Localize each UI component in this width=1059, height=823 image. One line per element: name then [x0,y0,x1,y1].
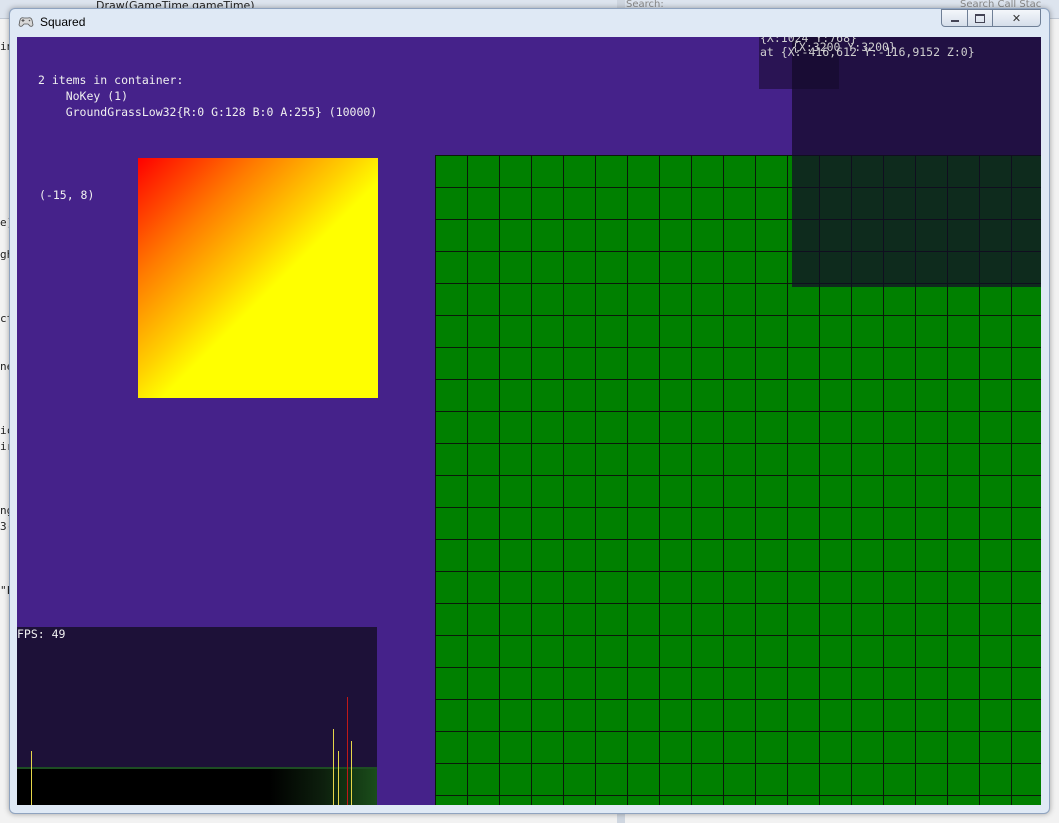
fps-counter: FPS: 49 [17,627,66,641]
minimize-button[interactable] [941,9,968,27]
gradient-square [138,158,378,398]
fps-graph-panel: FPS: 49 [17,627,377,805]
debug-text-position: at {X:-416,612 Y:-116,9152 Z:0} [760,45,975,59]
container-info-item-2: GroundGrassLow32{R:0 G:128 B:0 A:255} (1… [38,105,378,119]
fps-spike [333,729,334,805]
window-title: Squared [40,15,86,29]
container-info-item-1: NoKey (1) [38,89,129,103]
close-button[interactable]: ✕ [992,9,1041,27]
game-viewport[interactable]: {X:1024 Y:768} {X:3200 Y:3200} at {X:-41… [17,37,1041,805]
close-icon: ✕ [1011,11,1022,25]
gamepad-icon [18,17,34,27]
container-info-heading: 2 items in container: [38,73,184,87]
game-window: Squared ✕ {X:1024 Y:768} {X:3200 Y:3200}… [9,8,1050,814]
minimize-icon [950,19,959,22]
maximize-button[interactable] [967,9,993,27]
fps-spike [347,697,348,805]
fps-spike [351,741,352,805]
fps-spike [338,751,339,805]
fps-spike [31,751,32,805]
cursor-coordinates: (-15, 8) [39,188,95,202]
maximize-icon [975,13,985,23]
title-bar[interactable]: Squared ✕ [10,9,1049,36]
fps-graph-baseline [17,769,377,805]
